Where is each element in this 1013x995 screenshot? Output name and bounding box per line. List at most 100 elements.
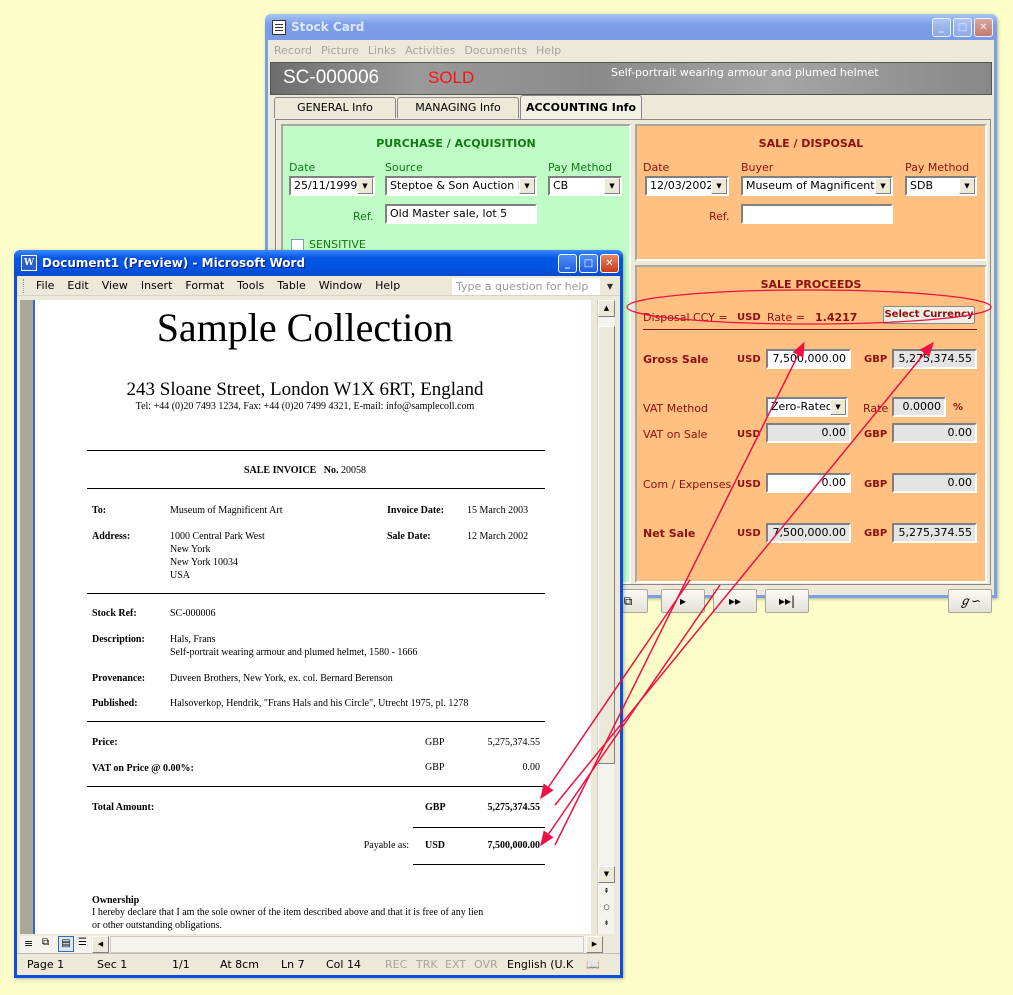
- horizontal-scroll-track[interactable]: [110, 936, 584, 953]
- status-badge: SOLD: [428, 68, 475, 87]
- menu-bar: Record Picture Links Activities Document…: [268, 40, 994, 60]
- payable-label: Payable as:: [363, 840, 409, 851]
- tab-managing-info[interactable]: MANAGING Info: [397, 97, 519, 118]
- vat-currency: GBP: [425, 762, 445, 773]
- fast-forward-button[interactable]: ▸▸: [713, 589, 757, 613]
- outline-view-icon[interactable]: ☰: [78, 937, 87, 948]
- invoice-date: 15 March 2003: [467, 505, 529, 516]
- chevron-down-icon[interactable]: ▼: [519, 178, 535, 194]
- close-button[interactable]: ✕: [600, 253, 619, 273]
- scroll-up-button[interactable]: ▲: [598, 300, 615, 317]
- status-trk[interactable]: TRK: [416, 958, 438, 971]
- normal-view-icon[interactable]: ≡: [24, 937, 33, 950]
- document-page[interactable]: Sample Collection 243 Sloane Street, Lon…: [33, 300, 591, 934]
- scroll-thumb[interactable]: [598, 326, 615, 764]
- tab-general-info[interactable]: GENERAL Info: [274, 97, 396, 118]
- menu-links[interactable]: Links: [368, 44, 396, 57]
- disposal-ccy-value: USD: [737, 312, 761, 323]
- buyer-label: Buyer: [741, 161, 774, 174]
- status-ext[interactable]: EXT: [445, 958, 466, 971]
- menu-window[interactable]: Window: [319, 279, 362, 292]
- scroll-left-button[interactable]: ◀: [92, 936, 109, 953]
- stock-card-titlebar[interactable]: Stock Card _ □ ✕: [265, 14, 997, 40]
- total-currency: GBP: [425, 802, 446, 813]
- chevron-down-icon[interactable]: ▼: [959, 178, 975, 194]
- select-browse-object-button[interactable]: ○: [598, 900, 615, 917]
- menu-file[interactable]: File: [36, 279, 54, 292]
- signature-icon: ℊ∽: [958, 594, 982, 608]
- signature-button[interactable]: ℊ∽: [948, 589, 992, 613]
- menu-table[interactable]: Table: [277, 279, 305, 292]
- record-header: SC-000006 SOLD Self-portrait wearing arm…: [270, 62, 992, 95]
- chevron-down-icon[interactable]: ▼: [357, 178, 373, 194]
- purchase-ref-input[interactable]: Old Master sale, lot 5: [385, 204, 537, 224]
- double-up-arrow-icon: ⇞: [603, 887, 610, 895]
- gross-sale-gbp-label: GBP: [864, 354, 888, 365]
- scroll-down-button[interactable]: ▼: [598, 866, 615, 883]
- purchase-date-combo[interactable]: 25/11/1999 ▼: [289, 176, 375, 196]
- sale-ref-input[interactable]: [741, 204, 893, 224]
- minimize-button[interactable]: _: [558, 253, 577, 273]
- payable-value: 7,500,000.00: [487, 840, 541, 851]
- word-titlebar[interactable]: W Document1 (Preview) - Microsoft Word _…: [14, 250, 623, 276]
- invoice-date-label: Invoice Date:: [387, 505, 444, 516]
- status-rec[interactable]: REC: [385, 958, 407, 971]
- published-label: Published:: [92, 698, 138, 709]
- menu-help[interactable]: Help: [536, 44, 561, 57]
- chevron-down-icon[interactable]: ▼: [711, 178, 727, 194]
- invoice-heading: SALE INVOICE No. 20058: [35, 465, 575, 476]
- vat-method-combo[interactable]: Zero-Rated ▼: [766, 397, 848, 417]
- divider: [413, 864, 545, 865]
- minimize-button[interactable]: _: [932, 17, 951, 37]
- vat-rate-label: Rate: [863, 402, 889, 415]
- sale-ref-label: Ref.: [709, 210, 730, 223]
- sale-pay-method-value: SDB: [910, 179, 933, 192]
- menu-documents[interactable]: Documents: [464, 44, 527, 57]
- menu-format[interactable]: Format: [185, 279, 224, 292]
- web-layout-view-icon[interactable]: ⧉: [42, 937, 49, 948]
- chevron-down-icon[interactable]: ▼: [875, 178, 891, 194]
- tab-accounting-info[interactable]: ACCOUNTING Info: [520, 95, 642, 119]
- buyer-combo[interactable]: Museum of Magnificent Art ▼: [741, 176, 893, 196]
- chevron-down-icon[interactable]: ▼: [830, 399, 846, 415]
- sale-pay-method-combo[interactable]: SDB ▼: [905, 176, 977, 196]
- menu-view[interactable]: View: [102, 279, 128, 292]
- print-layout-view-icon[interactable]: ▤: [58, 936, 74, 952]
- help-search-input[interactable]: Type a question for help ▼: [452, 278, 613, 295]
- last-record-button[interactable]: ▸▸|: [765, 589, 809, 613]
- menu-help[interactable]: Help: [375, 279, 400, 292]
- vat-rate-unit: %: [953, 402, 964, 413]
- status-ovr[interactable]: OVR: [474, 958, 498, 971]
- vertical-scrollbar[interactable]: ▲ ▼ ⇞ ○ ⇟: [597, 300, 615, 934]
- sale-date-combo[interactable]: 12/03/2002 ▼: [645, 176, 729, 196]
- menu-tools[interactable]: Tools: [237, 279, 264, 292]
- address-line: New York 10034: [170, 557, 239, 568]
- chevron-down-icon[interactable]: ▼: [604, 178, 620, 194]
- scroll-right-button[interactable]: ▶: [586, 936, 603, 953]
- menu-activities[interactable]: Activities: [405, 44, 455, 57]
- toolbar-grip[interactable]: [23, 278, 26, 293]
- select-currency-button[interactable]: Select Currency: [883, 306, 975, 324]
- previous-page-button[interactable]: ⇞: [598, 884, 615, 901]
- maximize-button[interactable]: □: [579, 253, 598, 273]
- menu-insert[interactable]: Insert: [141, 279, 173, 292]
- gross-sale-usd-input[interactable]: 7,500,000.00: [766, 349, 851, 369]
- menu-record[interactable]: Record: [274, 44, 312, 57]
- purchase-pay-method-combo[interactable]: CB ▼: [548, 176, 622, 196]
- menu-picture[interactable]: Picture: [321, 44, 359, 57]
- rate-value: 1.4217: [815, 311, 858, 324]
- next-record-button[interactable]: ▸: [661, 589, 705, 613]
- vat-on-sale-usd: 0.00: [766, 423, 851, 443]
- com-expenses-usd-input[interactable]: 0.00: [766, 473, 851, 493]
- status-at: At 8cm: [220, 958, 259, 971]
- maximize-button[interactable]: □: [953, 17, 972, 37]
- divider: [87, 593, 545, 594]
- chevron-down-icon[interactable]: ▼: [607, 279, 613, 294]
- provenance-label: Provenance:: [92, 673, 146, 684]
- spelling-status-icon[interactable]: 📖: [586, 958, 600, 971]
- word-window-title: Document1 (Preview) - Microsoft Word: [42, 256, 306, 270]
- menu-edit[interactable]: Edit: [67, 279, 88, 292]
- next-page-button[interactable]: ⇟: [598, 916, 615, 933]
- source-combo[interactable]: Steptoe & Son Auction Hou ▼: [385, 176, 537, 196]
- close-button[interactable]: ✕: [974, 17, 993, 37]
